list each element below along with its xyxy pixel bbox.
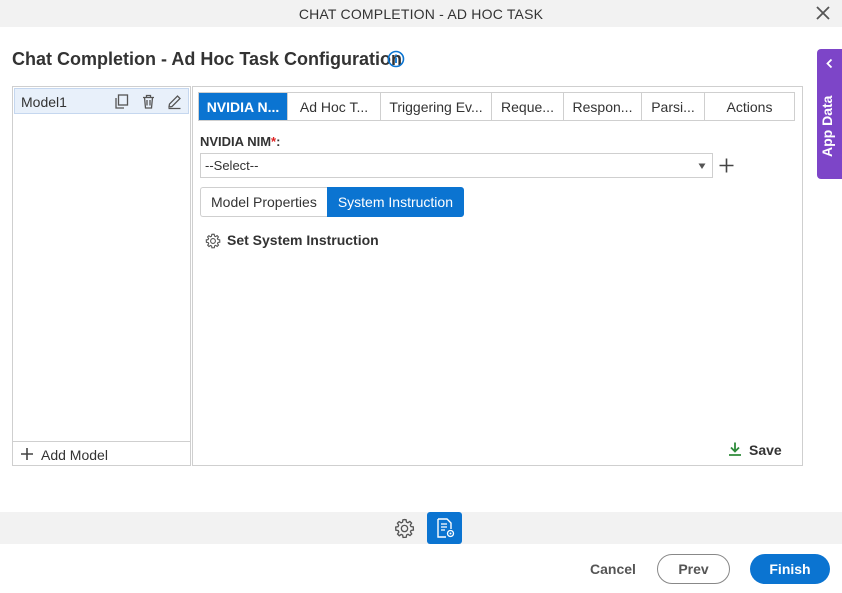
nvidia-nim-label-text: NVIDIA NIM [200, 134, 272, 149]
plus-icon [21, 448, 33, 460]
tab-actions[interactable]: Actions [705, 93, 794, 120]
add-model-button[interactable]: Add Model [13, 441, 190, 466]
save-label: Save [749, 442, 782, 458]
delete-icon[interactable] [140, 93, 157, 110]
cancel-button[interactable]: Cancel [590, 561, 636, 577]
tab-ad-hoc-task[interactable]: Ad Hoc T... [288, 93, 381, 120]
window-titlebar: CHAT COMPLETION - AD HOC TASK [0, 0, 842, 27]
finish-button[interactable]: Finish [750, 554, 830, 584]
gear-icon [205, 233, 221, 249]
tab-triggering-events[interactable]: Triggering Ev... [381, 93, 492, 120]
nvidia-nim-label: NVIDIA NIM*: [200, 134, 280, 149]
label-colon: : [276, 134, 281, 149]
download-icon [729, 442, 741, 456]
edit-icon[interactable] [166, 93, 183, 110]
info-icon[interactable] [387, 50, 405, 68]
add-model-label: Add Model [41, 447, 108, 463]
tab-parsing[interactable]: Parsi... [642, 93, 705, 120]
page-title: Chat Completion - Ad Hoc Task Configurat… [12, 49, 402, 69]
bottom-toolbar [0, 512, 842, 544]
document-config-button[interactable] [427, 512, 462, 544]
settings-gear-icon[interactable] [394, 518, 415, 539]
sub-tabs: Model Properties System Instruction [200, 187, 464, 217]
app-data-label: App Data [819, 95, 835, 157]
prev-button[interactable]: Prev [657, 554, 730, 584]
close-icon[interactable] [814, 4, 832, 22]
model-list-item[interactable]: Model1 [14, 88, 189, 114]
configuration-panel: NVIDIA N... Ad Hoc T... Triggering Ev...… [192, 86, 803, 466]
model-list-panel: Model1 Add Model [12, 86, 191, 466]
window-title: CHAT COMPLETION - AD HOC TASK [298, 6, 544, 22]
chevron-left-icon [826, 58, 833, 69]
tab-response[interactable]: Respon... [564, 93, 642, 120]
document-settings-icon [437, 518, 455, 538]
app-data-panel-toggle[interactable]: App Data [817, 49, 842, 179]
caret-down-icon [698, 163, 706, 169]
tab-nvidia-nim[interactable]: NVIDIA N... [199, 93, 288, 120]
subtab-system-instruction[interactable]: System Instruction [326, 187, 464, 217]
config-tabs: NVIDIA N... Ad Hoc T... Triggering Ev...… [198, 92, 795, 121]
tab-request[interactable]: Reque... [492, 93, 564, 120]
nvidia-nim-selected-value: --Select-- [205, 158, 259, 173]
add-nim-icon[interactable] [719, 158, 734, 173]
model-name: Model1 [21, 94, 67, 110]
nvidia-nim-select[interactable]: --Select-- [200, 153, 713, 178]
subtab-model-properties[interactable]: Model Properties [200, 187, 327, 217]
copy-icon[interactable] [113, 93, 130, 110]
set-system-instruction-label: Set System Instruction [227, 232, 379, 248]
